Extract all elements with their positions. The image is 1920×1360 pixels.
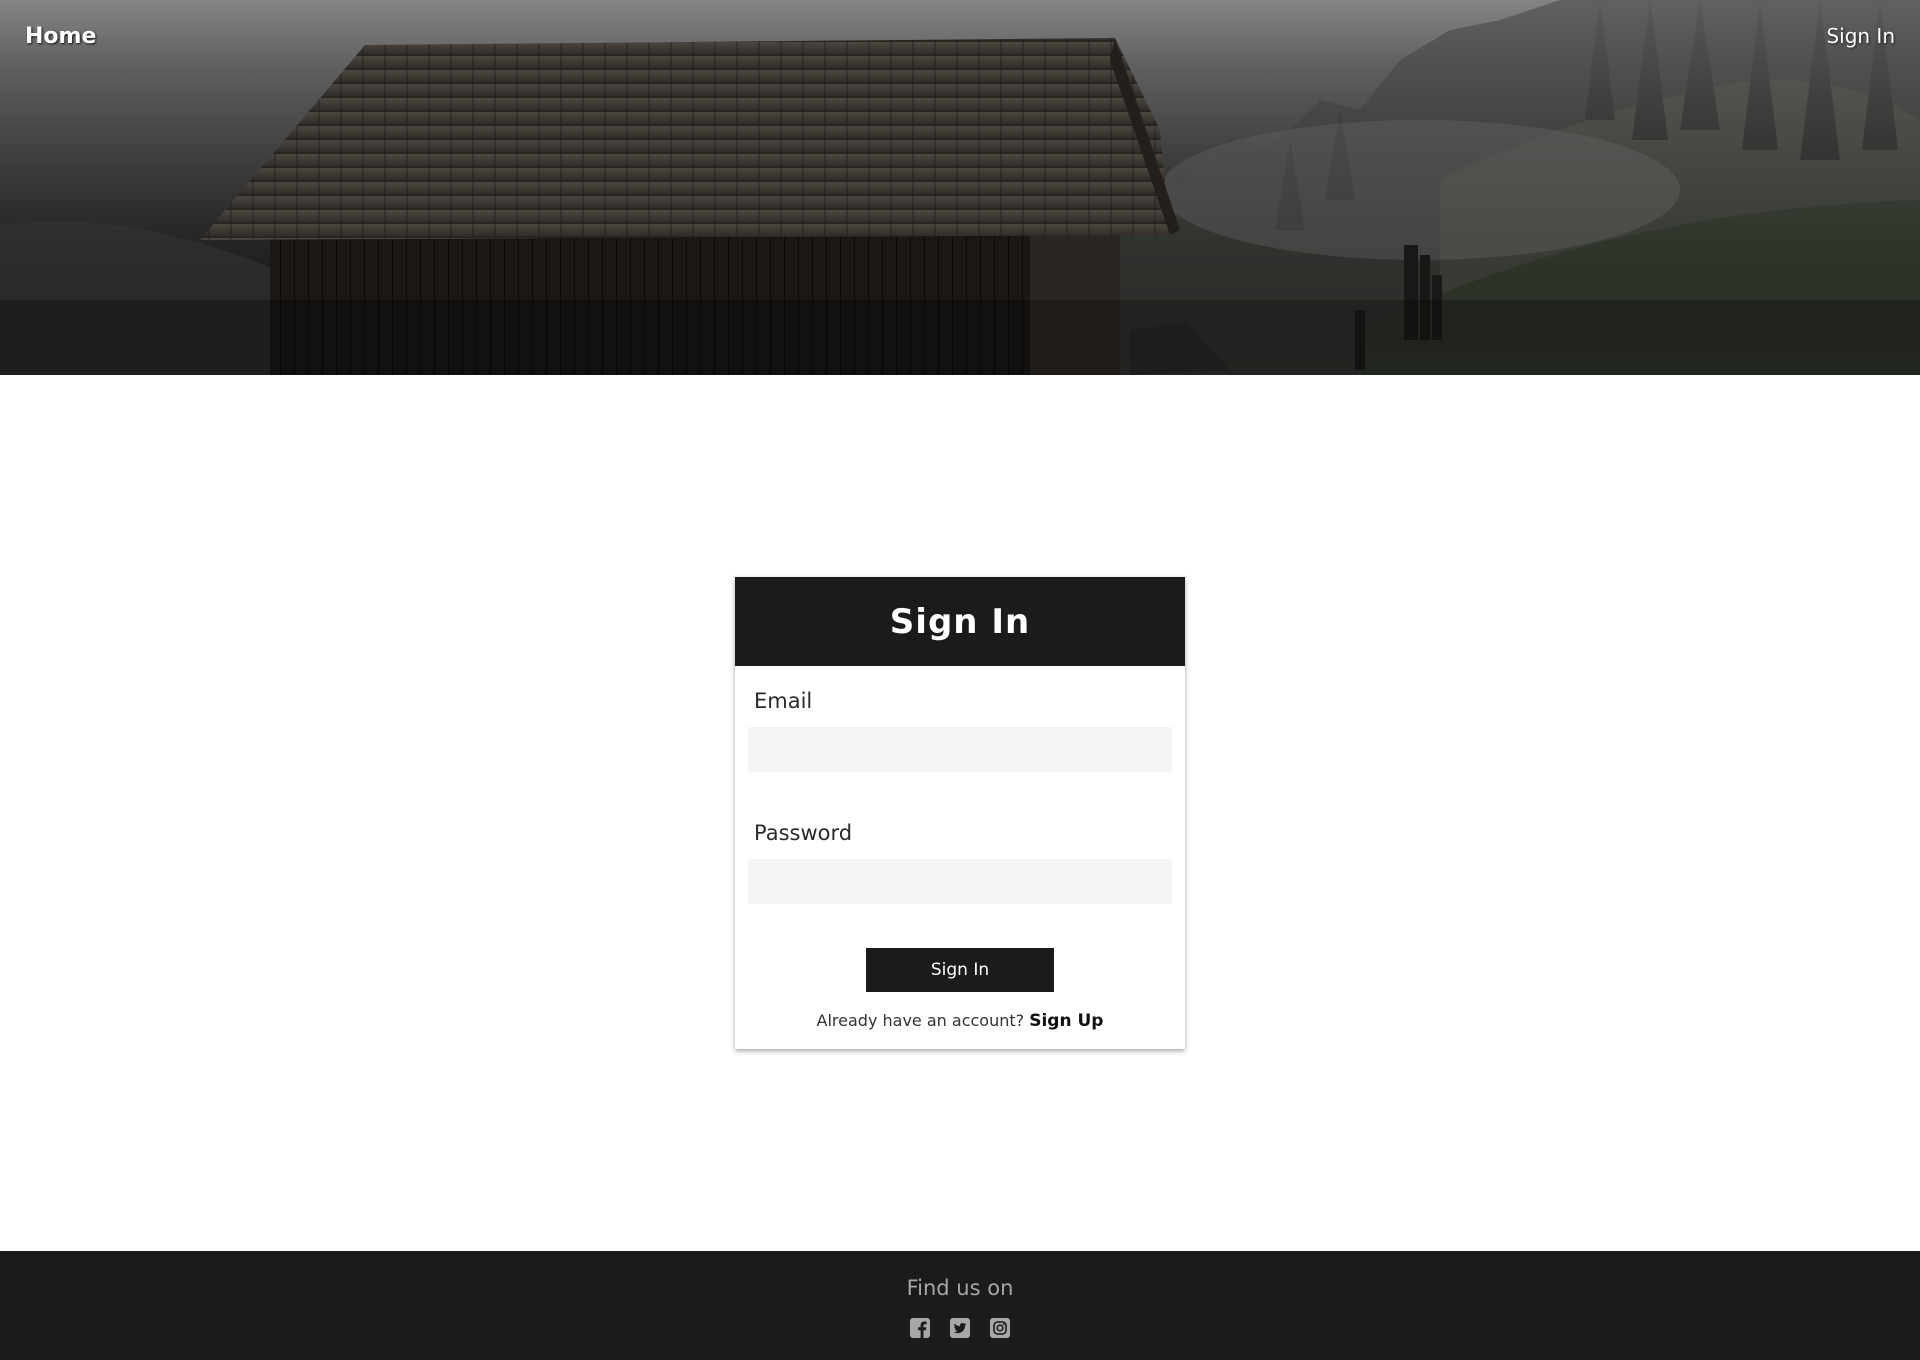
footer-heading: Find us on (906, 1276, 1014, 1300)
signup-link[interactable]: Sign Up (1029, 1011, 1103, 1031)
twitter-icon[interactable] (949, 1317, 971, 1339)
facebook-icon[interactable] (909, 1317, 931, 1339)
social-links (0, 1317, 1920, 1339)
signin-submit-button[interactable]: Sign In (866, 948, 1054, 992)
nav-signin-link[interactable]: Sign In (1826, 24, 1895, 48)
footer: Find us on (0, 1251, 1920, 1360)
signin-card: Sign In Email Password Sign In Already h… (735, 577, 1185, 1049)
account-switch-line: Already have an account? Sign Up (735, 1011, 1185, 1031)
signin-card-header: Sign In (735, 577, 1185, 666)
password-field[interactable] (748, 859, 1172, 904)
account-switch-prompt: Already have an account? (816, 1011, 1025, 1030)
instagram-icon[interactable] (989, 1317, 1011, 1339)
hero-banner: Home Sign In (0, 0, 1920, 375)
email-label: Email (754, 689, 813, 713)
hero-background-image (0, 0, 1920, 375)
nav-home-link[interactable]: Home (25, 24, 96, 49)
email-field[interactable] (748, 727, 1172, 772)
signin-title: Sign In (889, 601, 1031, 642)
password-label: Password (754, 821, 853, 845)
